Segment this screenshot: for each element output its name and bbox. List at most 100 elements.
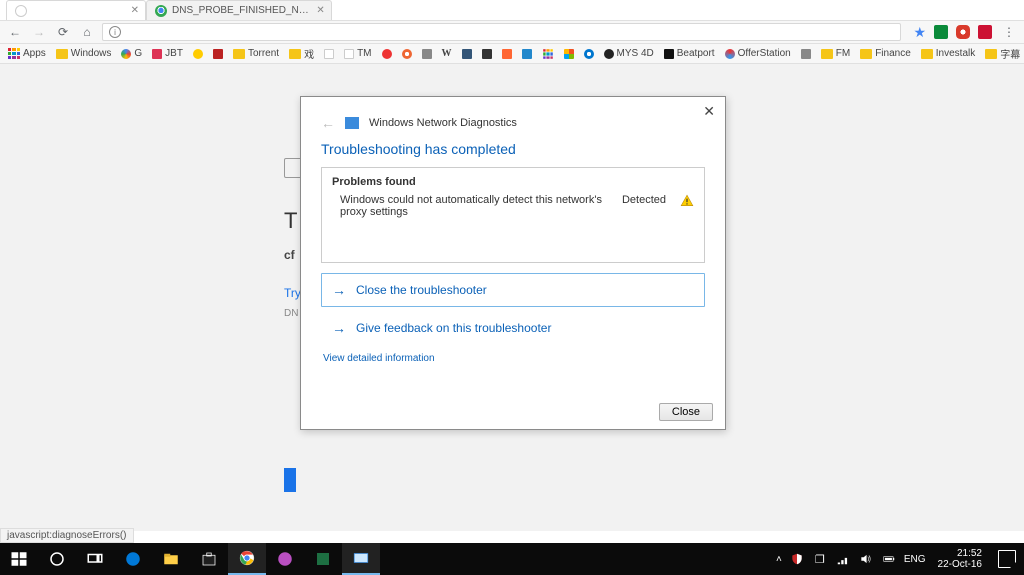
bookmark-item[interactable]: G [121,48,142,59]
nav-home-button[interactable]: ⌂ [78,23,96,41]
bookmark-star-icon[interactable]: ★ [913,24,926,41]
bookmark-item[interactable] [213,49,223,59]
bookmark-item[interactable] [584,49,594,59]
site-icon [664,49,674,59]
site-info-icon[interactable]: i [109,26,121,38]
browser-toolbar: ← → ⟳ ⌂ i ★ ⋮ [0,20,1024,44]
task-view-button[interactable] [76,543,114,575]
site-icon [382,49,392,59]
bookmark-item[interactable]: 戏 [289,46,314,61]
site-icon [502,49,512,59]
google-icon [121,49,131,59]
bookmark-item[interactable] [193,49,203,59]
tab-favicon [155,5,167,17]
site-icon [801,49,811,59]
error-page-button[interactable] [284,468,296,492]
cortana-search-button[interactable] [38,543,76,575]
bookmark-item[interactable]: W [442,48,452,59]
action-center-button[interactable] [998,550,1016,568]
site-icon [462,49,472,59]
tray-overflow-icon[interactable]: ˄ [776,554,782,565]
give-feedback-action[interactable]: → Give feedback on this troubleshooter [321,311,705,345]
site-icon [402,49,412,59]
extension-icon[interactable] [934,25,948,39]
taskbar-app-edge[interactable] [114,543,152,575]
bookmark-item[interactable] [382,49,392,59]
bookmark-item[interactable]: JBT [152,48,183,59]
view-detailed-info-link[interactable]: View detailed information [301,349,725,368]
bookmark-item[interactable] [482,49,492,59]
tray-battery-icon[interactable] [882,552,896,566]
browser-tab[interactable]: ✕ [6,0,146,20]
apps-label: Apps [23,48,46,59]
bookmark-item[interactable] [462,49,472,59]
network-diagnostics-icon [345,117,359,129]
problems-found-box: Problems found Windows could not automat… [321,167,705,263]
bookmark-item[interactable]: Windows [56,48,112,59]
bookmarks-bar: Apps Windows G JBT Torrent 戏 TM W MYS 4D… [0,44,1024,64]
taskbar-clock[interactable]: 21:52 22-Oct-16 [934,548,986,570]
tab-close-icon[interactable]: ✕ [131,5,139,16]
dialog-close-icon[interactable]: ✕ [703,103,715,120]
bookmark-item[interactable]: 字幕 [985,46,1020,61]
folder-icon [860,49,872,59]
folder-icon [921,49,933,59]
dialog-close-button[interactable]: Close [659,403,713,421]
bookmark-item[interactable]: Investalk [921,48,975,59]
bookmark-item[interactable] [522,49,532,59]
browser-menu-button[interactable]: ⋮ [1000,23,1018,41]
bookmark-item[interactable] [502,49,512,59]
troubleshooter-dialog: ✕ ← Windows Network Diagnostics Troubles… [300,96,726,430]
bookmark-item[interactable]: FM [821,48,850,59]
bookmark-item[interactable] [324,49,334,59]
taskbar-app-store[interactable] [190,543,228,575]
folder-icon [985,49,997,59]
extension-icon[interactable] [956,25,970,39]
taskbar-app-diagnostics[interactable] [342,543,380,575]
bookmark-item[interactable]: Finance [860,48,911,59]
extension-icon[interactable] [978,25,992,39]
tab-close-icon[interactable]: ✕ [316,5,324,16]
bookmark-item[interactable]: TM [344,48,371,59]
taskbar-app-itunes[interactable] [266,543,304,575]
browser-tab-strip: ✕ DNS_PROBE_FINISHED_N… ✕ [0,0,1024,20]
bookmark-item[interactable]: Torrent [233,48,279,59]
tray-bluetooth-icon[interactable]: ❐ [813,552,827,566]
site-icon [522,49,532,59]
bookmark-item[interactable]: MYS 4D [604,48,654,59]
apps-shortcut[interactable]: Apps [8,48,46,60]
tray-antivirus-icon[interactable] [790,552,804,566]
bookmark-item[interactable] [422,49,432,59]
nav-reload-button[interactable]: ⟳ [54,23,72,41]
bookmark-item[interactable]: Beatport [664,48,715,59]
bookmark-item[interactable] [542,48,554,60]
close-troubleshooter-action[interactable]: → Close the troubleshooter [321,273,705,307]
site-icon [152,49,162,59]
address-bar[interactable]: i [102,23,901,41]
taskbar-date: 22-Oct-16 [938,559,982,570]
tray-volume-icon[interactable] [859,552,873,566]
dialog-window-title: Windows Network Diagnostics [369,117,517,129]
taskbar-language[interactable]: ENG [904,554,926,565]
site-icon [584,49,594,59]
dialog-back-icon[interactable]: ← [321,115,335,131]
bookmark-item[interactable] [564,49,574,59]
site-icon [213,49,223,59]
browser-tab[interactable]: DNS_PROBE_FINISHED_N… ✕ [146,0,332,20]
taskbar-app-excel[interactable] [304,543,342,575]
browser-status-bar: javascript:diagnoseErrors() [0,528,134,543]
tray-network-icon[interactable] [836,552,850,566]
nav-back-button[interactable]: ← [6,23,24,41]
bookmark-item[interactable] [402,49,412,59]
taskbar-app-explorer[interactable] [152,543,190,575]
bookmark-item[interactable]: OfferStation [725,48,791,59]
start-button[interactable] [0,543,38,575]
site-icon [422,49,432,59]
site-icon: W [442,48,452,59]
nav-forward-button[interactable]: → [30,23,48,41]
tab-title: DNS_PROBE_FINISHED_N… [172,5,309,16]
folder-icon [821,49,833,59]
taskbar-app-chrome[interactable] [228,543,266,575]
bookmark-item[interactable] [801,49,811,59]
problems-found-header: Problems found [332,176,694,188]
